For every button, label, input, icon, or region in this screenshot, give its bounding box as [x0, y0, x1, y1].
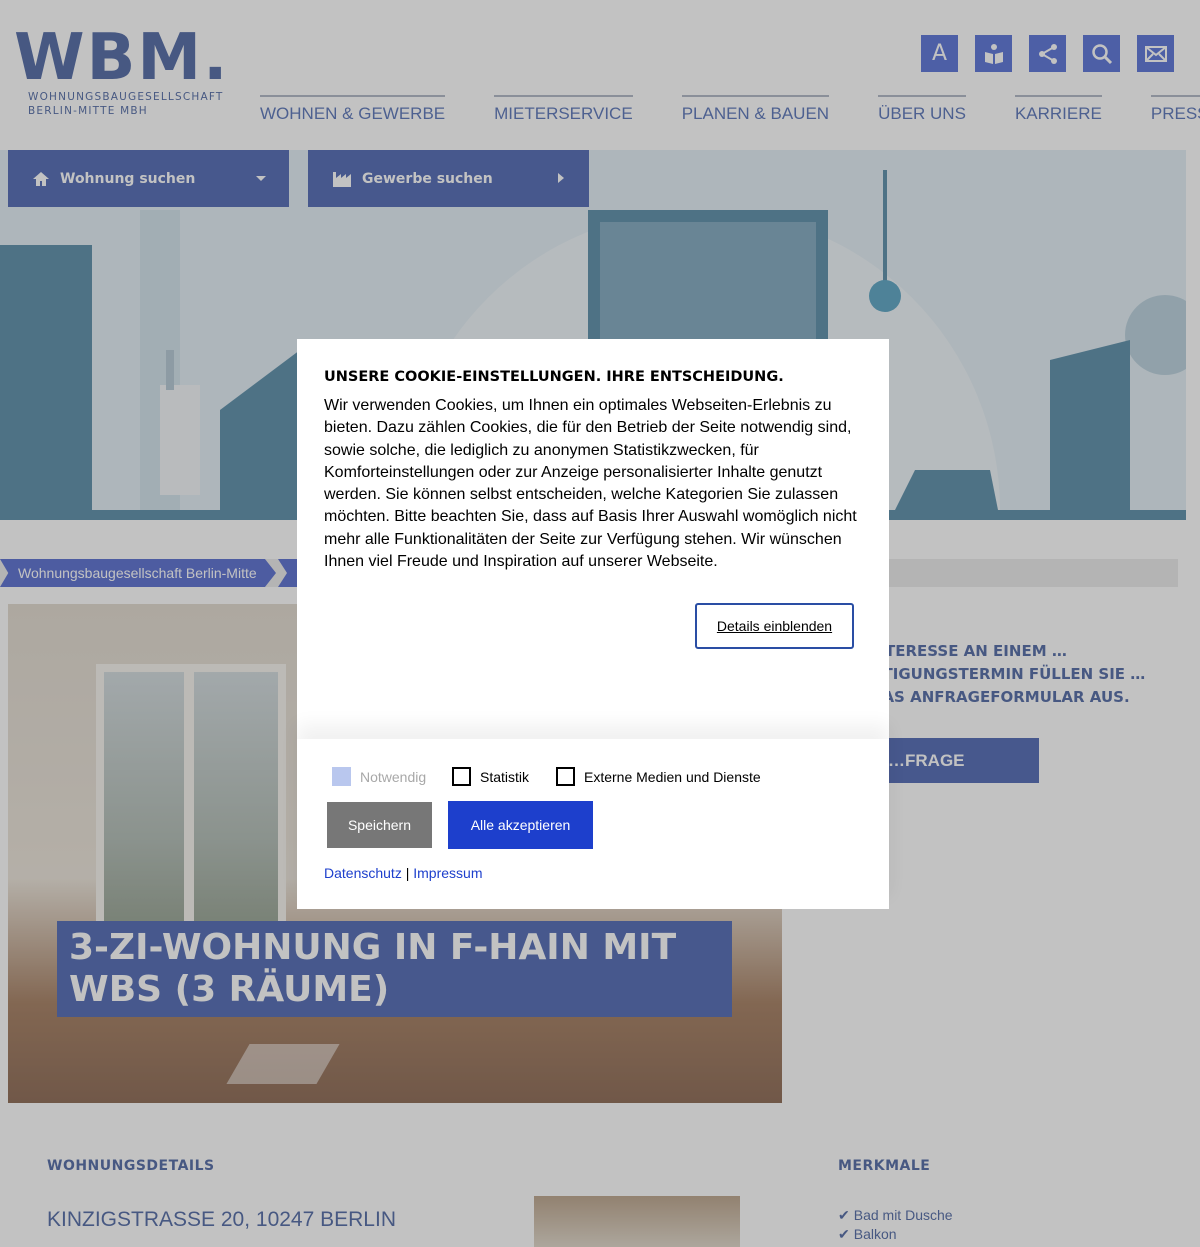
privacy-link[interactable]: Datenschutz [324, 865, 402, 881]
show-details-button[interactable]: Details einblenden [695, 603, 854, 649]
external-media-checkbox[interactable] [556, 767, 575, 786]
link-separator: | [405, 865, 410, 881]
option-statistics[interactable]: Statistik [452, 767, 529, 786]
option-necessary: Notwendig [332, 767, 426, 786]
external-media-label[interactable]: Externe Medien und Dienste [584, 769, 761, 785]
statistics-label[interactable]: Statistik [480, 769, 529, 785]
cookie-dialog-footer: Notwendig Statistik Externe Medien und D… [297, 739, 889, 909]
necessary-checkbox [332, 767, 351, 786]
option-external-media[interactable]: Externe Medien und Dienste [556, 767, 761, 786]
save-button[interactable]: Speichern [327, 802, 432, 848]
imprint-link[interactable]: Impressum [413, 865, 482, 881]
necessary-label: Notwendig [360, 768, 427, 785]
cookie-consent-dialog: UNSERE COOKIE-EINSTELLUNGEN. IHRE ENTSCH… [297, 339, 889, 909]
legal-links: Datenschutz | Impressum [324, 865, 482, 881]
cookie-dialog-title: UNSERE COOKIE-EINSTELLUNGEN. IHRE ENTSCH… [324, 369, 784, 385]
statistics-checkbox[interactable] [452, 767, 471, 786]
accept-all-button[interactable]: Alle akzeptieren [448, 801, 593, 849]
cookie-dialog-text: Wir verwenden Cookies, um Ihnen ein opti… [324, 397, 857, 571]
